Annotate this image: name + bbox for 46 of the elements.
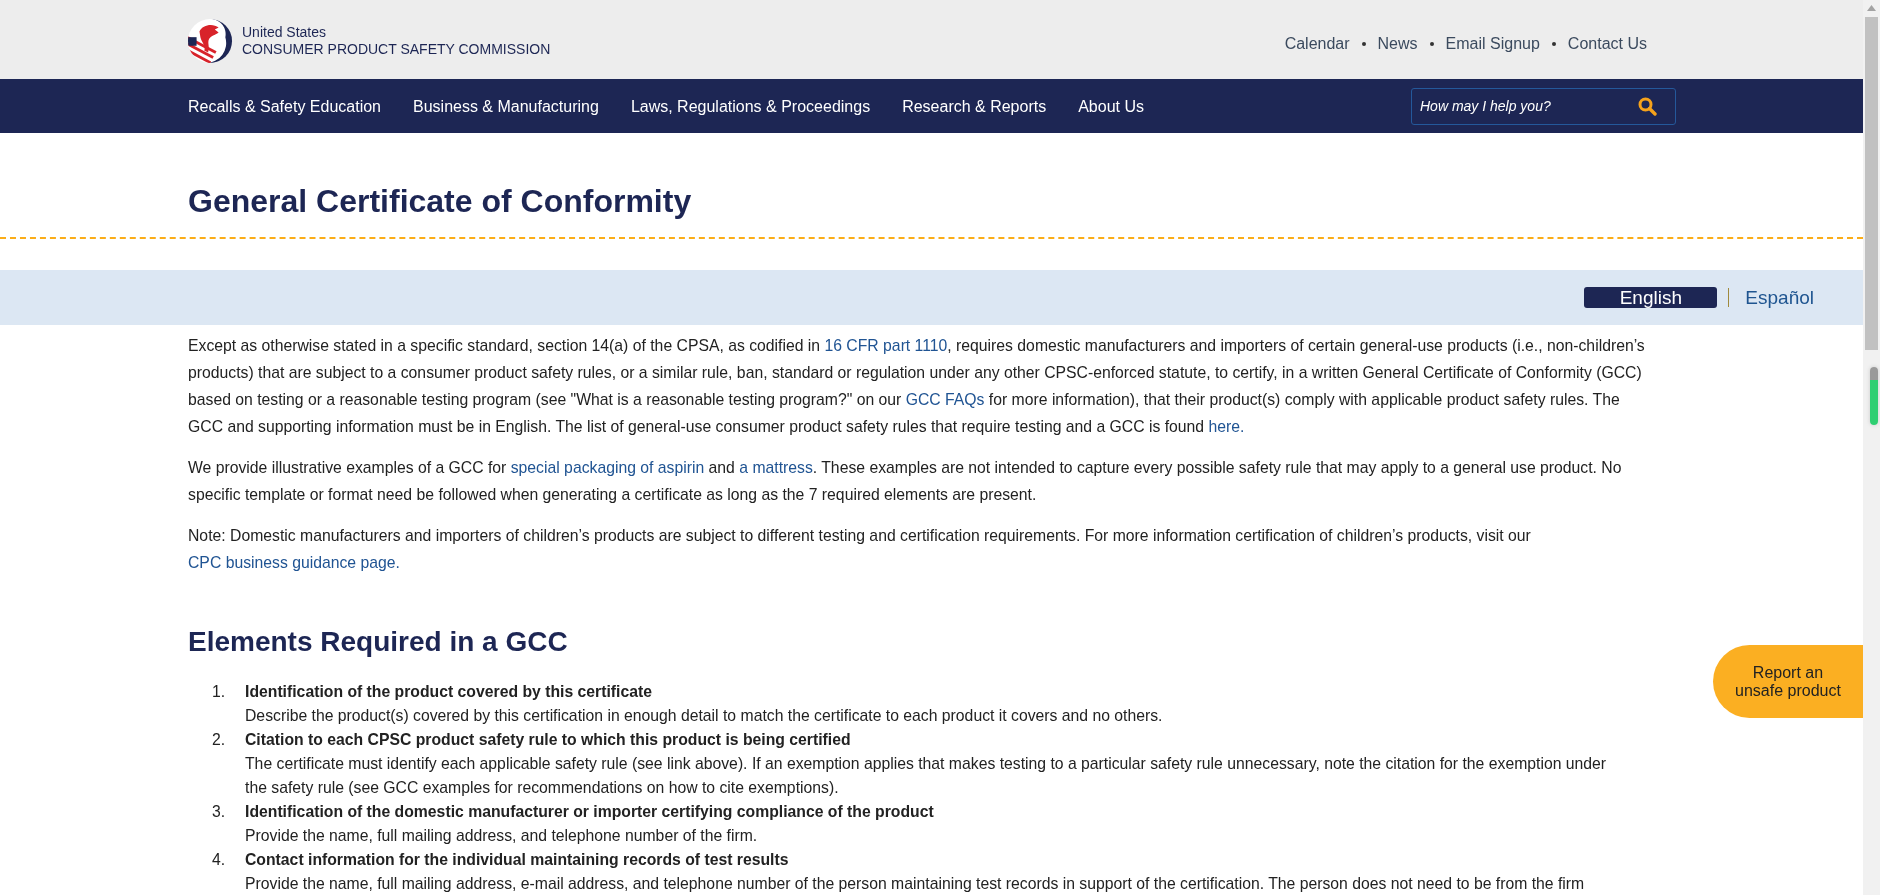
separator-dot-icon	[1429, 42, 1434, 46]
inline-link[interactable]: a mattress	[739, 459, 813, 476]
language-tab[interactable]: English	[1584, 287, 1718, 308]
utility-link[interactable]: Email Signup	[1445, 35, 1540, 53]
section-heading: Elements Required in a GCC	[188, 625, 569, 659]
country-label: United States	[242, 23, 328, 41]
nav-item[interactable]: About Us	[1078, 96, 1144, 116]
list-number: 1.	[212, 682, 227, 702]
search-button[interactable]	[1638, 96, 1657, 116]
element-title: Citation to each CPSC product safety rule to which this product is being certified	[245, 730, 852, 750]
inline-link[interactable]: here.	[1208, 418, 1245, 435]
language-tab[interactable]: Español	[1745, 287, 1814, 308]
nav-item[interactable]: Recalls & Safety Education	[188, 96, 381, 116]
utility-link[interactable]: Calendar	[1284, 35, 1350, 53]
scroll-indicator-icon	[1870, 367, 1878, 425]
nav-item[interactable]: Business & Manufacturing	[413, 96, 599, 116]
list-number: 4.	[212, 850, 227, 870]
seal-logo-icon[interactable]	[187, 17, 233, 64]
separator-dot-icon	[1551, 42, 1556, 46]
inline-link[interactable]: 16 CFR part 1110	[824, 337, 948, 354]
element-description: Describe the product(s) covered by this certification in enough detail to match the certificate to each product it covers and no others.	[245, 706, 1164, 726]
inline-link[interactable]: CPC business guidance page.	[188, 554, 400, 571]
list-number: 2.	[212, 730, 227, 750]
scrollbar-thumb[interactable]	[1865, 17, 1878, 350]
element-title: Contact information for the individual maintaining records of test results	[245, 850, 790, 870]
utility-link[interactable]: News	[1377, 35, 1418, 53]
paragraph: Except as otherwise stated in a specific standard, section 14(a) of the CPSA, as codified in 16 CFR part 1110, requires domestic manufacturers and importers of certain general-use products (i.e., non-children’s products) that are subject to a consumer product safety rules, or a similar rule, ban, standard or regulation under any other CPSC-enforced statute, to certify, in a written General Certificate of Conformity (GCC) based on testing or a reasonable testing program (see "What is a reasonable testing program?" on our GCC FAQs for more information), that their product(s) comply with applicable product safety rules. The GCC and supporting information must be in English. The list of general-use consumer product safety rules that require testing and a GCC is found here.	[188, 336, 1646, 437]
search-icon	[1638, 96, 1657, 116]
list-number: 3.	[212, 802, 227, 822]
agency-name: CONSUMER PRODUCT SAFETY COMMISSION	[242, 40, 551, 58]
page-title: General Certificate of Conformity	[188, 182, 693, 220]
element-description: Provide the name, full mailing address, and telephone number of the firm.	[245, 826, 759, 846]
report-unsafe-product-button[interactable]: Report an unsafe product	[1713, 645, 1863, 718]
utility-link[interactable]: Contact Us	[1567, 35, 1647, 53]
search-field[interactable]: How may I help you?	[1411, 87, 1676, 125]
element-title: Identification of the product covered by this certificate	[245, 682, 653, 702]
separator-dot-icon	[1361, 42, 1366, 46]
element-description: The certificate must identify each applicable safety rule (see link above). If an exemption applies that makes testing to a particular safety rule unnecessary, note the citation for the exemption under the safety rule (see GCC examples for recommendations on how to cite exemptions).	[245, 754, 1608, 798]
paragraph: We provide illustrative examples of a GCC for special packaging of aspirin and a mattress. These examples are not intended to capture every possible safety rule that may apply to a general use product. No specific template or format need be followed when generating a certificate as long as the 7 required elements are present.	[188, 458, 1623, 505]
element-title: Identification of the domestic manufacturer or importer certifying compliance of the product	[245, 802, 935, 822]
nav-item[interactable]: Research & Reports	[902, 96, 1047, 116]
element-description: Provide the name, full mailing address, e-mail address, and telephone number of the person maintaining test records in support of the certification. The person does not need to be from the firm	[245, 874, 1586, 894]
inline-link[interactable]: GCC FAQs	[905, 391, 985, 408]
paragraph: Note: Domestic manufacturers and importers of children’s products are subject to different testing and certification requirements. For more information certification of children’s products, visit our CPC business guidance page.	[188, 526, 1532, 573]
inline-link[interactable]: special packaging of aspirin	[510, 459, 705, 476]
nav-item[interactable]: Laws, Regulations & Proceedings	[630, 96, 871, 116]
